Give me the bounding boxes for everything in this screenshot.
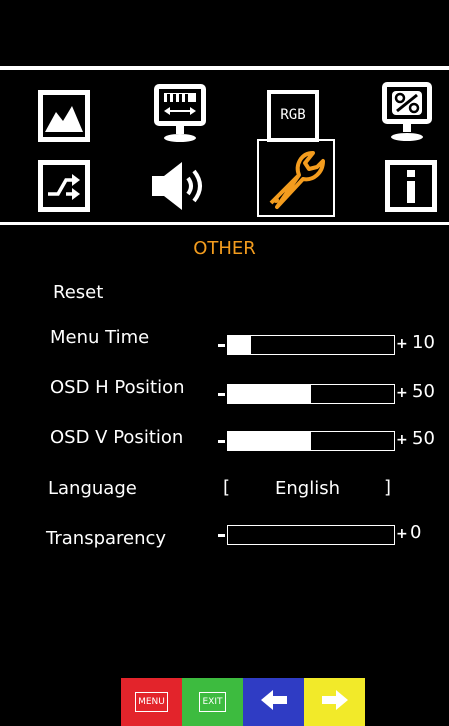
minus-icon: [218, 440, 225, 443]
info-icon[interactable]: [383, 158, 439, 214]
slider-fill: [228, 432, 311, 450]
plus-icon: +: [396, 432, 408, 448]
menu-title: OTHER: [193, 238, 256, 259]
display-adjust-icon[interactable]: [150, 82, 210, 144]
minus-icon: [218, 534, 225, 537]
menu-button-label: MENU: [135, 692, 168, 712]
exit-button-label: EXIT: [199, 692, 226, 712]
menu-time-slider[interactable]: + 10: [218, 332, 438, 355]
language-left-bracket: [: [223, 477, 231, 498]
picture-icon[interactable]: [36, 88, 92, 144]
panel-divider: [0, 222, 449, 225]
speaker-icon[interactable]: [150, 160, 214, 212]
slider-track: [227, 335, 395, 355]
minus-icon: [218, 393, 225, 396]
osd-h-position-label: OSD H Position: [50, 377, 185, 398]
exit-button[interactable]: EXIT: [182, 678, 243, 726]
language-select[interactable]: English: [275, 478, 340, 499]
slider-fill: [228, 336, 252, 354]
osd-h-position-value: 50: [412, 381, 435, 402]
slider-track: [227, 525, 395, 545]
input-switch-icon[interactable]: [36, 158, 92, 214]
slider-track: [227, 384, 395, 404]
button-bar: MENU EXIT: [121, 678, 365, 726]
arrow-right-icon: [320, 688, 350, 716]
plus-icon: +: [396, 385, 408, 401]
reset-item[interactable]: Reset: [53, 282, 103, 303]
menu-time-value: 10: [412, 332, 435, 353]
language-right-bracket: ]: [384, 477, 392, 498]
slider-fill: [228, 385, 311, 403]
right-button[interactable]: [304, 678, 365, 726]
transparency-label: Transparency: [46, 528, 167, 549]
percent-monitor-icon[interactable]: [380, 80, 434, 144]
osd-v-position-label: OSD V Position: [50, 427, 184, 448]
plus-icon: +: [396, 336, 408, 352]
plus-icon: +: [396, 526, 408, 542]
slider-track: [227, 431, 395, 451]
rgb-icon[interactable]: RGB: [265, 88, 321, 144]
osd-v-position-value: 50: [412, 428, 435, 449]
menu-button[interactable]: MENU: [121, 678, 182, 726]
arrow-left-icon: [259, 688, 289, 716]
transparency-value: 0: [410, 522, 422, 543]
language-label: Language: [48, 478, 137, 499]
menu-time-label: Menu Time: [50, 327, 150, 348]
transparency-slider[interactable]: + 0: [218, 522, 438, 545]
left-button[interactable]: [243, 678, 304, 726]
rgb-icon-label: RGB: [280, 107, 306, 123]
category-icon-panel: RGB: [0, 70, 449, 222]
minus-icon: [218, 344, 225, 347]
osd-h-position-slider[interactable]: + 50: [218, 381, 438, 404]
osd-v-position-slider[interactable]: + 50: [218, 428, 438, 451]
top-bar: [0, 0, 449, 66]
wrench-icon[interactable]: [257, 139, 335, 217]
